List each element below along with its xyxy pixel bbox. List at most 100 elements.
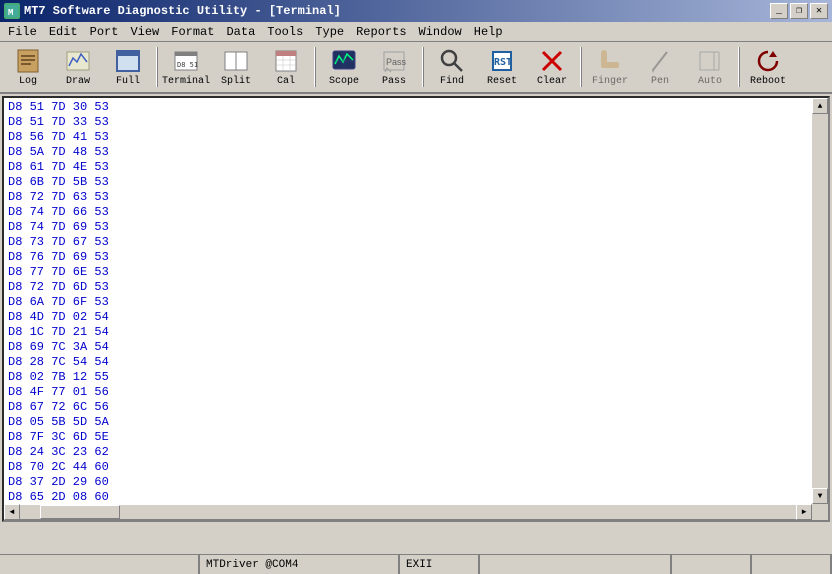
horizontal-scrollbar[interactable]: ◄ ►	[4, 504, 812, 520]
draw-button[interactable]: Draw	[54, 45, 102, 89]
terminal-line: D8 67 72 6C 56	[8, 400, 824, 415]
reset-button[interactable]: RST Reset	[478, 45, 526, 89]
split-label: Split	[221, 76, 251, 87]
menu-type[interactable]: Type	[309, 24, 350, 40]
terminal-line: D8 6A 7D 6F 53	[8, 295, 824, 310]
terminal-line: D8 4D 7D 02 54	[8, 310, 824, 325]
menu-view[interactable]: View	[124, 24, 165, 40]
svg-text:Pass: Pass	[386, 57, 407, 67]
scope-label: Scope	[329, 76, 359, 87]
menu-file[interactable]: File	[2, 24, 43, 40]
terminal-line: D8 02 7B 12 55	[8, 370, 824, 385]
svg-text:RST: RST	[494, 57, 512, 68]
terminal-line: D8 7F 3C 6D 5E	[8, 430, 824, 445]
toolbar-sep-1	[156, 47, 158, 87]
terminal-line: D8 4F 77 01 56	[8, 385, 824, 400]
mode-status: EXII	[406, 559, 432, 571]
window-title: MT7 Software Diagnostic Utility - [Termi…	[24, 4, 341, 18]
restore-button[interactable]: ❐	[790, 3, 808, 19]
status-driver: MTDriver @COM4	[200, 555, 400, 574]
menu-edit[interactable]: Edit	[43, 24, 84, 40]
scroll-right-button[interactable]: ►	[796, 504, 812, 520]
terminal-label: Terminal	[162, 76, 210, 87]
split-button[interactable]: Split	[212, 45, 260, 89]
pass-label: Pass	[382, 76, 406, 87]
find-button[interactable]: Find	[428, 45, 476, 89]
status-empty3	[672, 555, 752, 574]
toolbar-sep-2	[314, 47, 316, 87]
terminal-line: D8 61 7D 4E 53	[8, 160, 824, 175]
terminal-line: D8 05 5B 5D 5A	[8, 415, 824, 430]
driver-status: MTDriver @COM4	[206, 559, 298, 571]
scroll-left-button[interactable]: ◄	[4, 504, 20, 520]
menu-port[interactable]: Port	[84, 24, 125, 40]
find-label: Find	[440, 76, 464, 87]
status-empty2	[480, 555, 672, 574]
terminal-line: D8 72 7D 63 53	[8, 190, 824, 205]
terminal-line: D8 76 7D 69 53	[8, 250, 824, 265]
terminal-line: D8 69 7C 3A 54	[8, 340, 824, 355]
main-area: D8 51 7D 30 53D8 51 7D 33 53D8 56 7D 41 …	[0, 94, 832, 524]
menu-bar: File Edit Port View Format Data Tools Ty…	[0, 22, 832, 42]
clear-button[interactable]: Clear	[528, 45, 576, 89]
menu-help[interactable]: Help	[468, 24, 509, 40]
finger-label: Finger	[592, 76, 628, 87]
window-controls: _ ❐ ✕	[770, 3, 828, 19]
full-label: Full	[116, 76, 140, 87]
reboot-label: Reboot	[750, 76, 786, 87]
menu-window[interactable]: Window	[413, 24, 468, 40]
toolbar-sep-3	[422, 47, 424, 87]
cal-button[interactable]: Cal	[262, 45, 310, 89]
finger-button[interactable]: Finger	[586, 45, 634, 89]
full-button[interactable]: Full	[104, 45, 152, 89]
terminal-line: D8 74 7D 69 53	[8, 220, 824, 235]
terminal-line: D8 1C 7D 21 54	[8, 325, 824, 340]
menu-reports[interactable]: Reports	[350, 24, 412, 40]
scope-button[interactable]: Scope	[320, 45, 368, 89]
terminal-line: D8 6B 7D 5B 53	[8, 175, 824, 190]
clear-label: Clear	[537, 76, 567, 87]
toolbar: Log Draw Full D8 51 7D	[0, 42, 832, 94]
menu-tools[interactable]: Tools	[261, 24, 309, 40]
title-bar: M MT7 Software Diagnostic Utility - [Ter…	[0, 0, 832, 22]
terminal-line: D8 24 3C 23 62	[8, 445, 824, 460]
svg-text:M: M	[8, 8, 13, 18]
menu-format[interactable]: Format	[165, 24, 220, 40]
terminal-button[interactable]: D8 51 7D Terminal	[162, 45, 210, 89]
svg-text:D8 51 7D: D8 51 7D	[177, 61, 199, 69]
scroll-down-button[interactable]: ▼	[812, 488, 828, 504]
terminal-line: D8 73 7D 67 53	[8, 235, 824, 250]
terminal-line: D8 77 7D 6E 53	[8, 265, 824, 280]
reboot-button[interactable]: Reboot	[744, 45, 792, 89]
terminal-line: D8 72 7D 6D 53	[8, 280, 824, 295]
status-bar: MTDriver @COM4 EXII	[0, 554, 832, 574]
minimize-button[interactable]: _	[770, 3, 788, 19]
terminal-line: D8 70 2C 44 60	[8, 460, 824, 475]
status-empty1	[0, 555, 200, 574]
log-button[interactable]: Log	[4, 45, 52, 89]
menu-data[interactable]: Data	[220, 24, 261, 40]
toolbar-sep-4	[580, 47, 582, 87]
status-mode: EXII	[400, 555, 480, 574]
auto-button[interactable]: Auto	[686, 45, 734, 89]
terminal-content: D8 51 7D 30 53D8 51 7D 33 53D8 56 7D 41 …	[4, 98, 828, 520]
terminal-window[interactable]: D8 51 7D 30 53D8 51 7D 33 53D8 56 7D 41 …	[2, 96, 830, 522]
close-button[interactable]: ✕	[810, 3, 828, 19]
terminal-line: D8 5A 7D 48 53	[8, 145, 824, 160]
draw-label: Draw	[66, 76, 90, 87]
scrollbar-corner	[812, 504, 828, 520]
scroll-up-button[interactable]: ▲	[812, 98, 828, 114]
app-icon: M	[4, 3, 20, 19]
pass-button[interactable]: Pass Pass	[370, 45, 418, 89]
terminal-line: D8 74 7D 66 53	[8, 205, 824, 220]
pen-button[interactable]: Pen	[636, 45, 684, 89]
pen-label: Pen	[651, 76, 669, 87]
terminal-line: D8 37 2D 29 60	[8, 475, 824, 490]
vertical-scrollbar[interactable]: ▲ ▼	[812, 98, 828, 504]
toolbar-sep-5	[738, 47, 740, 87]
log-label: Log	[19, 76, 37, 87]
terminal-line: D8 65 2D 08 60	[8, 490, 824, 505]
terminal-line: D8 56 7D 41 53	[8, 130, 824, 145]
terminal-line: D8 51 7D 30 53	[8, 100, 824, 115]
status-empty4	[752, 555, 832, 574]
